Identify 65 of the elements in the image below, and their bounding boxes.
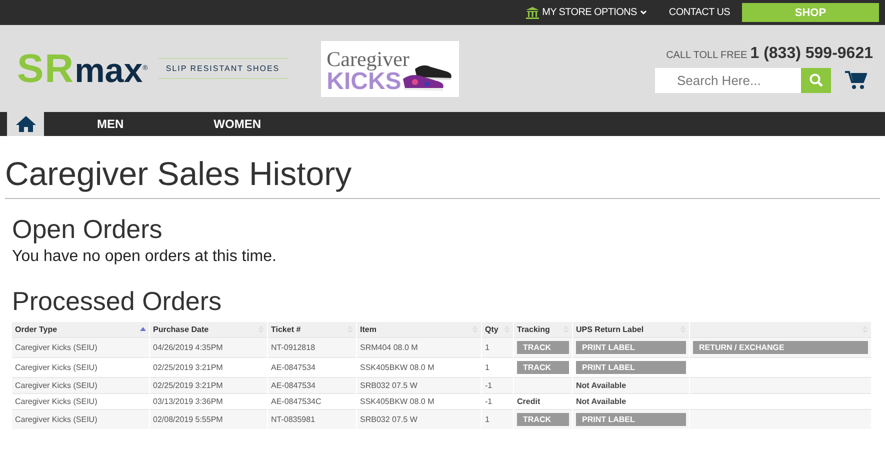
table-cell: AE-0847534 [271,363,316,372]
chevron-down-icon [640,10,647,15]
section-heading: Open Orders [12,214,164,244]
nav-item[interactable]: MEN [97,117,124,131]
column-header[interactable] [690,322,872,338]
table-cell: Caregiver Kicks (SEIU) [15,343,98,352]
column-header[interactable]: Qty [482,322,514,338]
table-cell: AE-0847534 [271,381,316,390]
table-cell: 1 [485,343,490,352]
table-cell: 02/25/2019 3:21PM [153,363,223,372]
table-cell: 02/25/2019 3:21PM [153,381,223,390]
table-cell: NT-0835981 [271,415,316,424]
column-header[interactable]: Ticket # [268,322,356,338]
nav-item[interactable]: WOMEN [214,117,261,131]
table-cell: 03/13/2019 3:36PM [153,397,223,406]
column-label: Ticket # [271,325,301,334]
page-title: Caregiver Sales History [5,156,880,199]
section-heading: Processed Orders [12,286,223,316]
table-cell: SRB032 07.5 W [360,415,418,424]
contact-us-link[interactable]: CONTACT US [668,7,730,18]
sort-ascending-icon[interactable] [140,326,146,334]
column-label: Tracking [517,325,550,334]
home-icon [14,115,36,133]
column-label: Order Type [15,325,58,334]
table-cell: AE-0847534C [271,397,322,406]
table-cell: SSK405BKW 08.0 M [360,397,434,406]
table-cell: Caregiver Kicks (SEIU) [15,363,98,372]
site-logo[interactable]: SRmax$^{®}$ [17,48,148,88]
logo-tagline: SLIP RESISTANT SHOES [158,58,288,79]
table-cell: 04/26/2019 4:35PM [153,343,223,352]
home-button[interactable] [7,112,44,136]
table-cell: Not Available [576,397,626,406]
table-cell: 1 [485,415,490,424]
store-options-menu[interactable]: MY STORE OPTIONS [542,7,637,18]
table-cell: -1 [485,397,492,406]
table-cell: Credit [517,397,540,406]
search-icon [809,73,823,87]
column-label: Purchase Date [153,325,209,334]
search-field[interactable]: Search Here... [655,68,801,92]
column-label: Item [360,325,376,334]
toll-free-label: CALL TOLL FREE [666,50,748,60]
search-button[interactable] [801,68,831,92]
table-cell: SRM404 08.0 M [360,343,418,352]
bank-icon [526,6,540,18]
cart-icon[interactable] [845,70,867,90]
column-header[interactable]: Item [356,322,482,338]
caregiver-kicks-banner[interactable]: Caregiver KICKS [320,40,459,96]
column-header[interactable]: Order Type [12,322,150,338]
table-cell: 02/08/2019 5:55PM [153,415,223,424]
table-cell: NT-0912818 [271,343,316,352]
table-cell: Caregiver Kicks (SEIU) [15,397,98,406]
table-cell: SRB032 07.5 W [360,381,418,390]
column-header[interactable]: Tracking [514,322,572,338]
empty-message: You have no open orders at this time. [12,248,278,266]
table-cell: SSK405BKW 08.0 M [360,363,434,372]
column-header[interactable]: UPS Return Label [572,322,690,338]
column-label: UPS Return Label [576,325,644,334]
table-cell: Not Available [576,381,626,390]
table-cell: -1 [485,381,492,390]
table-cell: 1 [485,363,490,372]
table-cell: Caregiver Kicks (SEIU) [15,381,98,390]
table-cell: Caregiver Kicks (SEIU) [15,415,98,424]
column-label: Qty [485,325,498,334]
phone-number: 1 (833) 599-9621 [750,44,873,62]
column-header[interactable]: Purchase Date [150,322,268,338]
